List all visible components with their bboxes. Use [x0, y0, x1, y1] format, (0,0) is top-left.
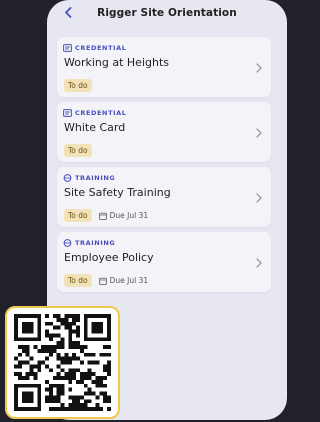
task-name: Site Safety Training — [64, 186, 171, 199]
id-card-icon — [63, 109, 72, 117]
status-badge: To do — [64, 144, 92, 157]
task-card-employee-policy[interactable]: TRAINING Employee Policy To do Due Jul 3… — [57, 232, 271, 292]
chevron-right-icon — [255, 257, 263, 269]
task-name: White Card — [64, 121, 126, 134]
task-category-label: CREDENTIAL — [75, 44, 127, 52]
training-cap-icon — [63, 174, 72, 182]
calendar-icon — [98, 277, 107, 285]
task-card-working-at-heights[interactable]: CREDENTIAL Working at Heights To do — [57, 37, 271, 97]
task-category: TRAINING — [63, 239, 115, 247]
due-date-label: Due Jul 31 — [109, 276, 149, 285]
status-badge: To do — [64, 79, 92, 92]
calendar-icon — [98, 212, 107, 220]
task-name: Working at Heights — [64, 56, 170, 69]
header: Rigger Site Orientation — [47, 0, 287, 26]
due-date-label: Due Jul 31 — [109, 211, 149, 220]
task-card-site-safety-training[interactable]: TRAINING Site Safety Training To do Due … — [57, 167, 271, 227]
due-date: Due Jul 31 — [98, 276, 149, 285]
chevron-right-icon — [255, 192, 263, 204]
training-cap-icon — [63, 239, 72, 247]
task-category-label: TRAINING — [75, 174, 116, 182]
qr-code-panel — [5, 306, 120, 419]
task-category: CREDENTIAL — [63, 109, 127, 117]
status-badge: To do — [64, 274, 92, 287]
qr-code-icon — [14, 314, 111, 411]
task-category-label: CREDENTIAL — [75, 109, 127, 117]
status-badge: To do — [64, 209, 92, 222]
task-card-white-card[interactable]: CREDENTIAL White Card To do — [57, 102, 271, 162]
id-card-icon — [63, 44, 72, 52]
chevron-right-icon — [255, 62, 263, 74]
back-button[interactable] — [60, 3, 76, 21]
task-name: Employee Policy — [64, 251, 154, 264]
chevron-right-icon — [255, 127, 263, 139]
task-category-label: TRAINING — [75, 239, 116, 247]
task-category: CREDENTIAL — [63, 44, 127, 52]
page-title: Rigger Site Orientation — [97, 7, 237, 19]
due-date: Due Jul 31 — [98, 211, 149, 220]
chevron-left-icon — [65, 6, 72, 18]
task-category: TRAINING — [63, 174, 115, 182]
